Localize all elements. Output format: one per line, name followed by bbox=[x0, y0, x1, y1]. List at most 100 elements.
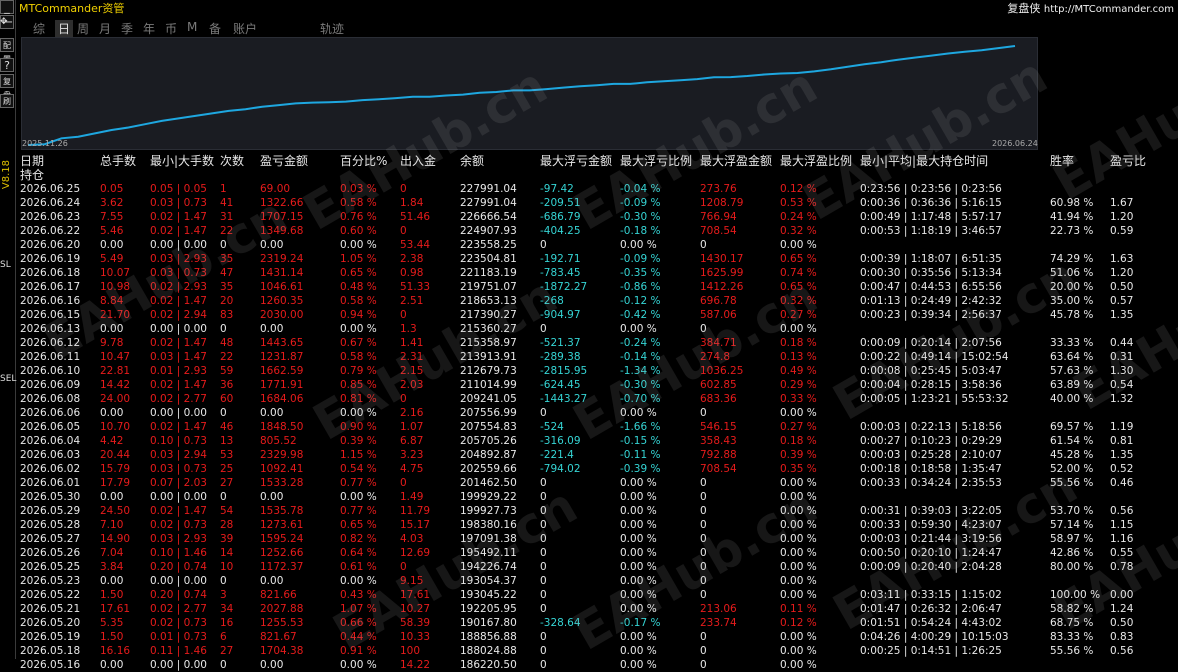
header-count[interactable]: 次数 bbox=[220, 152, 244, 169]
cell-max-float-loss-pct: -0.35 % bbox=[620, 267, 661, 279]
header-date[interactable]: 日期 bbox=[20, 152, 44, 169]
table-row[interactable]: 2026.06.22 5.46 0.02 | 1.47 22 1349.68 0.60 %… bbox=[20, 224, 1178, 238]
header-total-lots[interactable]: 总手数 bbox=[100, 152, 136, 169]
brand-url[interactable]: http://MTCommander.com bbox=[1044, 4, 1174, 15]
cell-max-float-loss: 0 bbox=[540, 659, 547, 671]
cell-max-float-loss-pct: -1.34 % bbox=[620, 365, 661, 377]
table-row[interactable]: 2026.05.28 7.10 0.02 | 0.73 28 1273.61 0.65 %… bbox=[20, 518, 1178, 532]
cell-percent: 0.58 % bbox=[340, 295, 377, 307]
tab-8[interactable]: 备 bbox=[209, 20, 221, 37]
table-row[interactable]: 2026.06.10 22.81 0.01 | 2.93 59 1662.59 0.79 … bbox=[20, 364, 1178, 378]
cell-cash-flow: 11.79 bbox=[400, 505, 431, 517]
header-cash-flow[interactable]: 出入金 bbox=[400, 152, 436, 169]
table-row[interactable]: 2026.06.18 10.07 0.03 | 0.73 47 1431.14 0.65 … bbox=[20, 266, 1178, 280]
table-row[interactable]: 2026.06.04 4.42 0.10 | 0.73 13 805.52 0.39 % 6… bbox=[20, 434, 1178, 448]
header-balance[interactable]: 余额 bbox=[460, 152, 484, 169]
table-row[interactable]: 2026.06.23 7.55 0.02 | 1.47 31 1707.15 0.76 %… bbox=[20, 210, 1178, 224]
tab-6[interactable]: 币 bbox=[165, 20, 177, 37]
table-row[interactable]: 2026.05.29 24.50 0.02 | 1.47 54 1535.78 0.77 … bbox=[20, 504, 1178, 518]
header-max-float-loss-pct[interactable]: 最大浮亏比例 bbox=[620, 152, 692, 169]
cell-date: 2026.06.11 bbox=[20, 351, 81, 363]
cell-date: 2026.06.06 bbox=[20, 407, 81, 419]
replay-button[interactable]: 复盘 bbox=[0, 74, 14, 100]
refresh-button[interactable]: 刷 bbox=[0, 94, 14, 108]
tab-1[interactable]: 日 bbox=[55, 20, 74, 37]
cell-max-float-profit: 0 bbox=[700, 575, 707, 587]
table-row[interactable]: 2026.06.19 5.49 0.03 | 2.93 35 2319.24 1.05 %… bbox=[20, 252, 1178, 266]
cell-max-float-loss: 0 bbox=[540, 477, 547, 489]
table-row[interactable]: 2026.05.21 17.61 0.02 | 2.77 34 2027.88 1.07 … bbox=[20, 602, 1178, 616]
cell-max-float-loss-pct: 0.00 % bbox=[620, 505, 657, 517]
tab-3[interactable]: 月 bbox=[99, 20, 111, 37]
table-row[interactable]: 2026.06.11 10.47 0.03 | 1.47 22 1231.87 0.58 … bbox=[20, 350, 1178, 364]
table-row[interactable]: 2026.06.24 3.62 0.03 | 0.73 41 1322.66 0.58 %… bbox=[20, 196, 1178, 210]
tab-4[interactable]: 季 bbox=[121, 20, 133, 37]
table-row[interactable]: 2026.05.16 0.00 0.00 | 0.00 0 0.00 0.00 % 14.2… bbox=[20, 658, 1178, 672]
table-row[interactable]: 2026.06.17 10.98 0.02 | 2.93 35 1046.61 0.48 … bbox=[20, 280, 1178, 294]
cell-max-float-loss: 0 bbox=[540, 603, 547, 615]
minimize-button[interactable]: _ bbox=[0, 0, 14, 14]
cell-max-float-profit-pct: 0.74 % bbox=[780, 267, 817, 279]
cell-percent: 1.15 % bbox=[340, 449, 377, 461]
cell-max-float-loss-pct: -0.30 % bbox=[620, 211, 661, 223]
cell-max-float-profit: 0 bbox=[700, 533, 707, 545]
table-row[interactable]: 2026.05.30 0.00 0.00 | 0.00 0 0.00 0.00 % 1.49… bbox=[20, 490, 1178, 504]
cell-hold-time: 0:00:25 | 0:14:51 | 1:26:25 bbox=[860, 645, 1002, 657]
header-win-rate[interactable]: 胜率 bbox=[1050, 152, 1074, 169]
table-row[interactable]: 2026.05.22 1.50 0.20 | 0.74 3 821.66 0.43 % 17… bbox=[20, 588, 1178, 602]
table-row[interactable]: 2026.06.08 24.00 0.02 | 2.77 60 1684.06 0.81 … bbox=[20, 392, 1178, 406]
table-row[interactable]: 2026.05.20 5.35 0.02 | 0.73 16 1255.53 0.66 %… bbox=[20, 616, 1178, 630]
tab-10[interactable]: 轨迹 bbox=[320, 20, 344, 37]
sel-label[interactable]: SEL bbox=[0, 374, 16, 384]
table-row[interactable]: 2026.06.12 9.78 0.02 | 1.47 48 1443.65 0.67 %… bbox=[20, 336, 1178, 350]
cell-balance: 205705.26 bbox=[460, 435, 517, 447]
table-row[interactable]: 2026.06.13 0.00 0.00 | 0.00 0 0.00 0.00 % 1.3 2… bbox=[20, 322, 1178, 336]
cell-win-rate: 57.63 % bbox=[1050, 365, 1094, 377]
table-row[interactable]: 2026.06.20 0.00 0.00 | 0.00 0 0.00 0.00 % 53.4… bbox=[20, 238, 1178, 252]
cell-max-float-loss: 0 bbox=[540, 547, 547, 559]
header-percent[interactable]: 百分比% bbox=[340, 152, 387, 169]
cell-percent: 0.58 % bbox=[340, 351, 377, 363]
table-row[interactable]: 2026.06.06 0.00 0.00 | 0.00 0 0.00 0.00 % 2.16… bbox=[20, 406, 1178, 420]
sl-label[interactable]: SL bbox=[0, 260, 11, 270]
header-max-float-profit-pct[interactable]: 最大浮盈比例 bbox=[780, 152, 852, 169]
table-row[interactable]: 2026.05.25 3.84 0.20 | 0.74 10 1172.37 0.61 %… bbox=[20, 560, 1178, 574]
header-pnl-ratio[interactable]: 盈亏比 bbox=[1110, 152, 1146, 169]
header-max-float-loss[interactable]: 最大浮亏金额 bbox=[540, 152, 612, 169]
table-row[interactable]: 2026.05.27 14.90 0.03 | 2.93 39 1595.24 0.82 … bbox=[20, 532, 1178, 546]
tab-7[interactable]: M bbox=[187, 20, 197, 34]
tab-9[interactable]: 账户 bbox=[233, 20, 257, 37]
cell-max-float-profit: 358.43 bbox=[700, 435, 737, 447]
cell-max-float-loss-pct: 0.00 % bbox=[620, 519, 657, 531]
table-row[interactable]: 2026.06.05 10.70 0.02 | 1.47 46 1848.50 0.90 … bbox=[20, 420, 1178, 434]
header-hold-time[interactable]: 最小|平均|最大持仓时间 bbox=[860, 152, 988, 169]
table-row[interactable]: 2026.05.23 0.00 0.00 | 0.00 0 0.00 0.00 % 9.15… bbox=[20, 574, 1178, 588]
table-row[interactable]: 2026.05.19 1.50 0.01 | 0.73 6 821.67 0.44 % 10… bbox=[20, 630, 1178, 644]
cell-date: 2026.06.19 bbox=[20, 253, 81, 265]
tab-2[interactable]: 周 bbox=[77, 20, 89, 37]
cell-percent: 0.66 % bbox=[340, 617, 377, 629]
table-row[interactable]: 2026.06.03 20.44 0.03 | 2.94 53 2329.98 1.15 … bbox=[20, 448, 1178, 462]
table-row[interactable]: 2026.05.26 7.04 0.10 | 1.46 14 1252.66 0.64 %… bbox=[20, 546, 1178, 560]
header-pnl[interactable]: 盈亏金额 bbox=[260, 152, 308, 169]
cell-max-float-profit: 1208.79 bbox=[700, 197, 744, 209]
tab-5[interactable]: 年 bbox=[143, 20, 155, 37]
table-row[interactable]: 2026.05.18 16.16 0.11 | 1.46 27 1704.38 0.91 … bbox=[20, 644, 1178, 658]
header-max-float-profit[interactable]: 最大浮盈金额 bbox=[700, 152, 772, 169]
cell-balance: 193054.37 bbox=[460, 575, 517, 587]
cell-max-float-profit: 683.36 bbox=[700, 393, 737, 405]
table-row[interactable]: 2026.06.01 17.79 0.07 | 2.03 27 1533.28 0.77 … bbox=[20, 476, 1178, 490]
table-row[interactable]: 2026.06.02 15.79 0.03 | 0.73 25 1092.41 0.54 … bbox=[20, 462, 1178, 476]
table-row[interactable]: 2026.06.15 21.70 0.02 | 2.94 83 2030.00 0.94 … bbox=[20, 308, 1178, 322]
table-row[interactable]: 2026.06.16 8.84 0.02 | 1.47 20 1260.35 0.58 %… bbox=[20, 294, 1178, 308]
table-row[interactable]: 2026.06.09 14.42 0.02 | 1.47 36 1771.91 0.85 … bbox=[20, 378, 1178, 392]
table-row[interactable]: 2026.06.25 0.05 0.05 | 0.05 1 69.00 0.03 % 0 22… bbox=[20, 182, 1178, 196]
move-icon[interactable]: ✥ bbox=[0, 17, 8, 27]
cell-date: 2026.06.08 bbox=[20, 393, 81, 405]
config-button[interactable]: 配置 bbox=[0, 38, 14, 64]
header-min-max-lots[interactable]: 最小|大手数 bbox=[150, 152, 214, 169]
cell-min-max-lots: 0.01 | 2.93 bbox=[150, 365, 207, 377]
help-button[interactable]: ? bbox=[0, 58, 14, 72]
cell-max-float-profit-pct: 0.00 % bbox=[780, 323, 817, 335]
tab-0[interactable]: 综 bbox=[33, 20, 45, 37]
